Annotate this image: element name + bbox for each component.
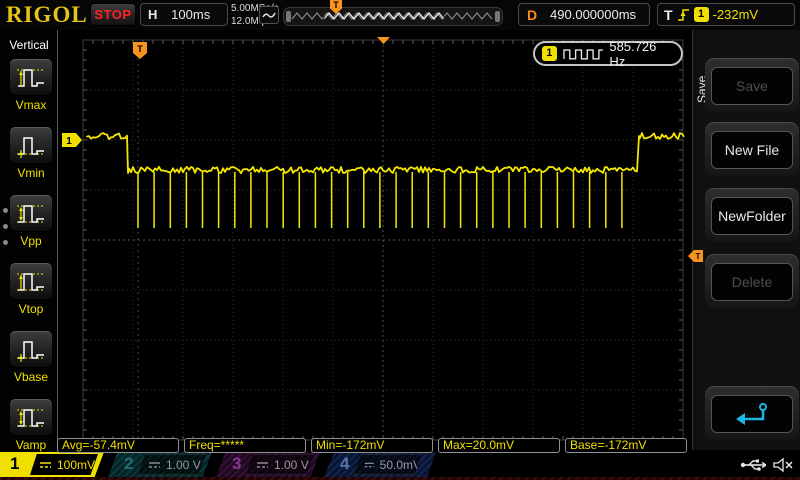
square-wave-icon: [562, 48, 603, 60]
measurement-avg[interactable]: Avg=-57.4mV: [57, 438, 179, 453]
vbase-measure-icon: [17, 341, 45, 362]
sidebar-item-label: Vpp: [20, 234, 42, 248]
measurement-min[interactable]: Min=-172mV: [311, 438, 433, 453]
timebase-value: 100ms: [171, 7, 211, 22]
freq-counter-channel-chip: 1: [542, 46, 557, 61]
channel-3-status[interactable]: 3 1.00 V: [216, 452, 320, 477]
sidebar-item-vamp[interactable]: Vamp: [9, 398, 53, 452]
measurement-freq[interactable]: Freq=*****: [184, 438, 306, 453]
softkey-slot: New File: [705, 122, 799, 176]
channel-scale: 1.00 V: [166, 457, 201, 472]
graticule-grid: [82, 39, 684, 441]
softkey-slot: Save: [705, 58, 799, 112]
run-state-badge[interactable]: STOP: [90, 3, 136, 26]
dc-coupling-icon: [40, 461, 51, 468]
return-arrow-icon: [736, 403, 767, 425]
trigger-level-value: -232mV: [712, 7, 759, 22]
vtop-measure-icon: [17, 273, 45, 291]
status-icons: [740, 455, 798, 475]
page-indicator-dot: [3, 208, 8, 213]
channel-scale: 1.00 V: [274, 457, 309, 472]
sidebar-item-vtop[interactable]: Vtop: [9, 262, 53, 316]
back-button[interactable]: [711, 395, 793, 433]
vmax-measure-icon: [17, 69, 45, 87]
ch1-waveform-trace: [86, 132, 685, 175]
channel-scale: 100mV: [57, 457, 96, 472]
delay-label: D: [527, 6, 538, 23]
trigger-label: T: [664, 6, 673, 23]
channel-status-bar: 1 100mV 2 1.00 V 3 1.00 V 4 50.0mV: [0, 452, 800, 477]
horizontal-label: H: [148, 7, 158, 22]
channel-number: 4: [340, 454, 350, 473]
trigger-markers: 1TT: [62, 37, 703, 262]
channel-number: 2: [124, 454, 134, 473]
memory-position-bar[interactable]: [283, 7, 503, 26]
page-indicator-dot: [3, 224, 8, 229]
page-indicator-dot: [3, 240, 8, 245]
sidebar-item-label: Vmax: [15, 98, 47, 112]
freq-counter-value: 585.726 Hz: [609, 38, 657, 69]
channel-2-status[interactable]: 2 1.00 V: [108, 452, 212, 477]
softkey-slot: [705, 386, 799, 440]
dc-coupling-icon: [257, 461, 268, 468]
frequency-counter-badge: 1 585.726 Hz: [533, 38, 683, 69]
softkey-slot: NewFolder: [705, 188, 799, 242]
horizontal-timebase-box[interactable]: H 100ms: [140, 3, 228, 26]
trigger-source-chip: 1: [693, 7, 709, 22]
dc-coupling-icon: [364, 462, 374, 467]
measurement-max[interactable]: Max=20.0mV: [438, 438, 560, 453]
delay-box[interactable]: D 490.000000ms: [518, 3, 650, 26]
channel-scale: 50.0mV: [379, 457, 421, 472]
sidebar-item-vbase[interactable]: Vbase: [9, 330, 53, 384]
waveform-display: 1TT: [62, 37, 703, 441]
waveform-mode-icon[interactable]: [259, 6, 279, 24]
sidebar-title: Vertical: [9, 38, 49, 52]
vertical-measure-sidebar: Vertical Vmax Vmin Vpp Vtop Vbase Vamp: [0, 30, 58, 452]
softkey-menu: Save Save New File NewFolder Delete: [692, 30, 800, 450]
sidebar-item-label: Vamp: [15, 438, 47, 452]
sidebar-item-vmin[interactable]: Vmin: [9, 126, 53, 180]
rigol-logo: RIGOL: [6, 2, 88, 27]
vpp-measure-icon: [17, 205, 45, 223]
sidebar-item-vmax[interactable]: Vmax: [9, 58, 53, 112]
header-bar: RIGOL STOP H 100ms 5.00MSa/s 12.0M pts T…: [0, 0, 800, 30]
softkey-slot: Delete: [705, 254, 799, 308]
ch1-waveform-spikes: [137, 172, 623, 228]
channel-4-status[interactable]: 4 50.0mV: [324, 452, 436, 477]
rising-edge-icon: [677, 8, 689, 21]
sidebar-item-label: Vtop: [18, 302, 44, 316]
channel-number: 1: [10, 454, 20, 473]
usb-icon: [740, 459, 766, 471]
vamp-measure-icon: [17, 409, 45, 427]
save-button[interactable]: Save: [711, 67, 793, 105]
sidebar-item-label: Vmin: [17, 166, 45, 180]
trigger-box[interactable]: T 1 -232mV: [657, 3, 795, 26]
measurement-base[interactable]: Base=-172mV: [565, 438, 687, 453]
measurement-results-bar: Avg=-57.4mV Freq=***** Min=-172mV Max=20…: [57, 438, 687, 453]
oscilloscope-screen: RIGOL STOP H 100ms 5.00MSa/s 12.0M pts T…: [0, 0, 800, 480]
new-file-button[interactable]: New File: [711, 131, 793, 169]
svg-text:1: 1: [66, 136, 72, 147]
speaker-muted-icon: [773, 457, 793, 473]
delay-value: 490.000000ms: [550, 7, 637, 22]
channel-1-status[interactable]: 1 100mV: [0, 452, 104, 477]
delete-button[interactable]: Delete: [711, 263, 793, 301]
svg-text:T: T: [137, 44, 143, 54]
new-folder-button[interactable]: NewFolder: [711, 197, 793, 235]
sidebar-item-label: Vbase: [13, 370, 49, 384]
channel-number: 3: [232, 454, 242, 473]
sidebar-item-vpp[interactable]: Vpp: [9, 194, 53, 248]
vmin-measure-icon: [17, 137, 45, 158]
dc-coupling-icon: [149, 461, 160, 468]
